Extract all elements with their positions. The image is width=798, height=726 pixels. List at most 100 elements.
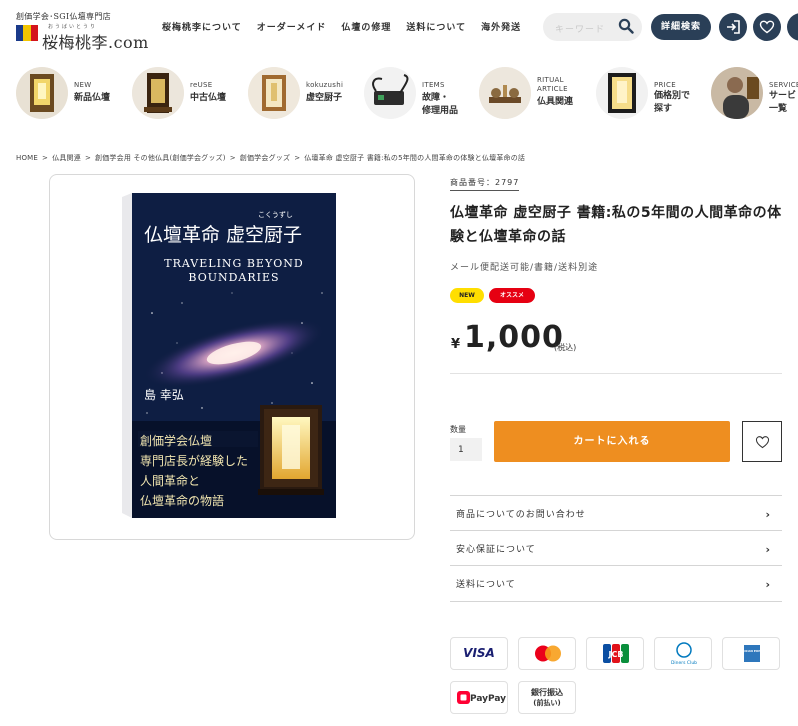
book-subtitle-2: BOUNDARIES — [188, 271, 279, 284]
product-image-frame[interactable]: こくうずし 仏壇革命 虚空厨子 TRAVELING BEYOND BOUNDAR… — [49, 174, 415, 540]
amex-logo: AMERICAN EXPRESS — [722, 637, 780, 670]
flag-icon — [16, 25, 38, 41]
category-en: reUSE — [190, 81, 213, 89]
price-currency: ¥ — [451, 337, 461, 352]
jcb-icon: JCB — [603, 644, 629, 663]
book-band-line-3: 人間革命と — [140, 473, 200, 488]
category-en: ITEMS — [422, 81, 445, 89]
breadcrumb: HOME > 仏具関連 > 創価学会用 その他仏具(創価学会グッズ) > 創価学会グッズ > 仏… — [16, 153, 529, 163]
bank-transfer-logo: 銀行振込 (前払い) — [518, 681, 576, 714]
accordion-inquiry[interactable]: 商品についてのお問い合わせ › — [450, 495, 782, 530]
search-input[interactable]: キーワード — [555, 22, 605, 35]
mastercard-logo — [518, 637, 576, 670]
category-en: SERVICE — [769, 81, 798, 89]
accordion-label: 送料について — [456, 580, 516, 590]
nav-overseas[interactable]: 海外発送 — [481, 20, 521, 34]
site-logo[interactable]: 創価学会･SGI仏壇専門店 おうばいとうり 桜梅桃李.com — [16, 11, 156, 52]
breadcrumb-other-goods[interactable]: 創価学会用 その他仏具(創価学会グッズ) — [95, 154, 226, 162]
paypay-logo: PayPay — [450, 681, 508, 714]
search-icon[interactable] — [618, 18, 634, 34]
mastercard-icon — [535, 645, 561, 662]
breadcrumb-separator: > — [84, 154, 92, 162]
category-ja: 故障・ 修理用品 — [422, 93, 459, 116]
chevron-right-icon: › — [765, 543, 770, 556]
product-sku: 商品番号：2797 — [450, 177, 520, 191]
book-title-ruby: こくうずし — [258, 210, 293, 219]
product-note: メール便配送可能/書籍/送料別途 — [450, 263, 599, 273]
new-badge: NEW — [450, 288, 484, 303]
breadcrumb-home[interactable]: HOME — [16, 154, 38, 162]
divider — [450, 373, 782, 374]
category-ja: 仏具関連 — [537, 97, 574, 107]
service-image — [711, 67, 763, 119]
jcb-label: JCB — [608, 650, 624, 659]
ritual-article-image — [479, 67, 531, 119]
paypay-label: PayPay — [470, 694, 506, 704]
add-favorite-button[interactable] — [742, 421, 782, 462]
accordion-shipping[interactable]: 送料について › — [450, 565, 782, 600]
logo-tagline: 創価学会･SGI仏壇専門店 — [16, 12, 111, 21]
new-altar-image — [16, 67, 68, 119]
nav-repair[interactable]: 仏壇の修理 — [341, 20, 391, 34]
advanced-search-button[interactable]: 詳細検索 — [651, 14, 711, 40]
breadcrumb-goods[interactable]: 創価学会グッズ — [240, 154, 290, 162]
visa-label: VISA — [463, 646, 495, 660]
breadcrumb-separator: > — [294, 154, 301, 162]
category-ja: 新品仏壇 — [74, 93, 111, 103]
book-band-line-4: 仏壇革命の物語 — [140, 493, 224, 508]
breadcrumb-ritual[interactable]: 仏具関連 — [52, 154, 81, 162]
heart-icon — [759, 20, 775, 34]
bank-label-2: (前払い) — [533, 699, 561, 707]
category-ja: 虚空厨子 — [306, 93, 343, 103]
product-title: 仏壇革命 虚空厨子 書籍:私の5年間の人間革命の体験と仏壇革命の話 — [450, 205, 782, 245]
book-band-line-1: 創価学会仏壇 — [140, 433, 212, 448]
breadcrumb-current: 仏壇革命 虚空厨子 書籍:私の5年間の人間革命の体験と仏壇革命の話 — [304, 154, 526, 162]
divider — [450, 601, 782, 602]
favorites-button[interactable] — [753, 13, 781, 41]
paypay-icon: PayPay — [457, 691, 506, 704]
category-en: kokuzushi — [306, 81, 344, 89]
diners-label: Diners Club — [671, 660, 697, 666]
kokuzushi-image — [248, 67, 300, 119]
quantity-field[interactable] — [450, 438, 482, 461]
category-en: NEW — [74, 81, 92, 89]
amex-label: AMERICAN EXPRESS — [735, 649, 769, 653]
diners-logo: Diners Club — [654, 637, 712, 670]
price-tax-note: (税込) — [554, 343, 577, 352]
repair-items-image — [364, 67, 416, 119]
chevron-right-icon: › — [765, 578, 770, 591]
bank-label-1: 銀行振込 — [531, 688, 563, 697]
book-cover-image: こくうずし 仏壇革命 虚空厨子 TRAVELING BEYOND BOUNDAR… — [122, 193, 336, 518]
search-box[interactable]: キーワード — [543, 13, 642, 41]
book-author: 島 幸弘 — [144, 387, 184, 402]
add-to-cart-button[interactable]: カートに入れる — [494, 421, 730, 462]
heart-icon — [755, 436, 770, 449]
used-altar-image — [132, 67, 184, 119]
category-ja: 価格別で 探す — [654, 91, 691, 114]
book-band-line-2: 専門店長が経験した — [140, 453, 248, 468]
nav-shipping[interactable]: 送料について — [406, 20, 466, 34]
chevron-right-icon: › — [765, 508, 770, 521]
category-ja: サービ 一覧 — [769, 91, 797, 114]
visa-logo: VISA — [450, 637, 508, 670]
cart-button[interactable] — [787, 13, 798, 41]
accordion-guarantee[interactable]: 安心保証について › — [450, 530, 782, 565]
nav-about[interactable]: 桜梅桃李について — [162, 20, 242, 34]
breadcrumb-separator: > — [42, 154, 49, 162]
category-ja: 中古仏壇 — [190, 93, 227, 103]
quantity-label: 数量 — [450, 425, 466, 434]
nav-order-made[interactable]: オーダーメイド — [257, 20, 327, 34]
jcb-logo: JCB — [586, 637, 644, 670]
price-value: 1,000 — [464, 320, 564, 355]
book-subtitle-1: TRAVELING BEYOND — [164, 257, 303, 270]
diners-icon: Diners Club — [671, 642, 697, 666]
book-title: 仏壇革命 虚空厨子 — [144, 224, 302, 246]
login-button[interactable] — [719, 13, 747, 41]
login-icon — [727, 20, 740, 34]
recommend-badge: オススメ — [489, 288, 535, 303]
accordion-label: 安心保証について — [456, 545, 536, 555]
logo-name: 桜梅桃李.com — [42, 33, 149, 52]
accordion-label: 商品についてのお問い合わせ — [456, 510, 586, 520]
price-image — [596, 67, 648, 119]
breadcrumb-separator: > — [229, 154, 236, 162]
